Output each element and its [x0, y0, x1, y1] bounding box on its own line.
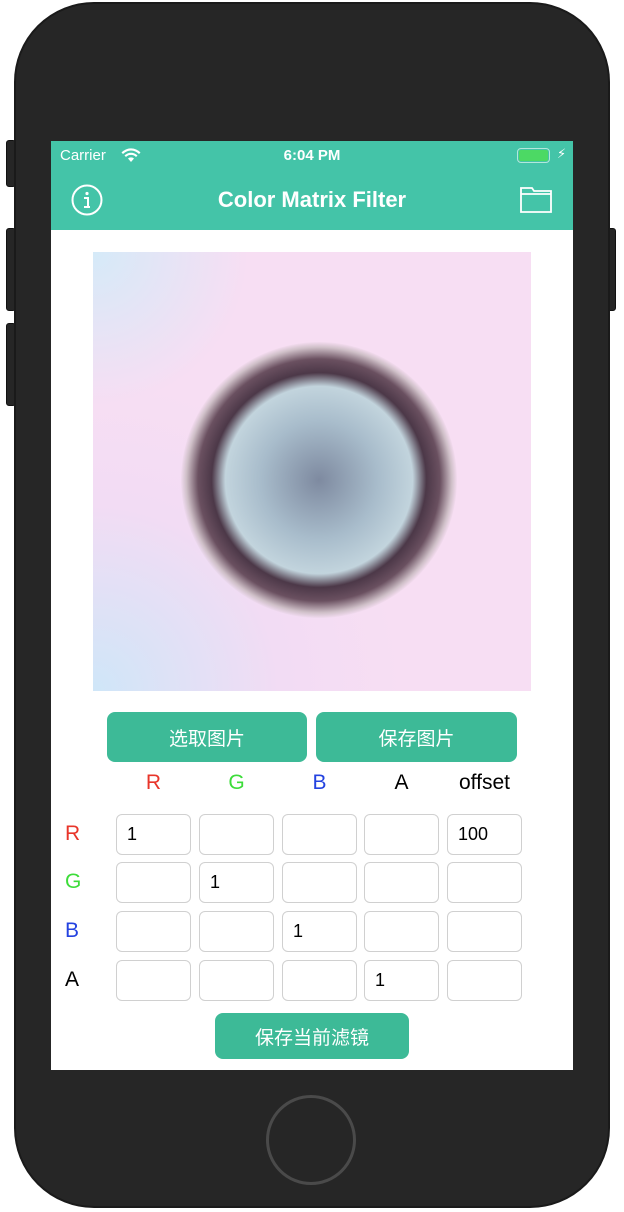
- matrix-cell-a-g[interactable]: [199, 960, 274, 1001]
- matrix-cell-b-a[interactable]: [364, 911, 439, 952]
- matrix-cell-g-r[interactable]: [116, 862, 191, 903]
- matrix-cell-g-offset[interactable]: [447, 862, 522, 903]
- time-label: 6:04 PM: [283, 147, 341, 164]
- row-label-g: G: [65, 870, 82, 893]
- row-label-b: B: [65, 919, 80, 942]
- matrix-cell-b-r[interactable]: [116, 911, 191, 952]
- column-header-a: A: [394, 771, 409, 794]
- tiny-planet-photo: [181, 342, 457, 618]
- matrix-cell-r-offset[interactable]: [447, 814, 522, 855]
- row-label-r: R: [65, 822, 81, 845]
- matrix-cell-r-g[interactable]: [199, 814, 274, 855]
- matrix-cell-b-b[interactable]: [282, 911, 357, 952]
- save-image-button[interactable]: 保存图片: [316, 712, 517, 762]
- screen: Carrier 6:04 PM ⚡ Color Matrix Filter 选取…: [51, 141, 573, 1070]
- column-header-offset: offset: [459, 771, 510, 794]
- nav-bar: Color Matrix Filter: [51, 171, 573, 230]
- matrix-cell-g-a[interactable]: [364, 862, 439, 903]
- matrix-cell-g-b[interactable]: [282, 862, 357, 903]
- matrix-cell-r-a[interactable]: [364, 814, 439, 855]
- row-label-a: A: [65, 968, 80, 991]
- matrix-cell-b-offset[interactable]: [447, 911, 522, 952]
- matrix-cell-b-g[interactable]: [199, 911, 274, 952]
- status-bar: Carrier 6:04 PM ⚡: [51, 141, 573, 171]
- home-button[interactable]: [266, 1095, 356, 1185]
- page-title: Color Matrix Filter: [217, 187, 407, 212]
- folder-icon[interactable]: [520, 187, 552, 213]
- column-header-b: B: [312, 771, 327, 794]
- matrix-cell-a-offset[interactable]: [447, 960, 522, 1001]
- matrix-cell-a-r[interactable]: [116, 960, 191, 1001]
- preview-image: [93, 252, 531, 691]
- column-header-r: R: [145, 771, 162, 794]
- charging-icon: ⚡: [557, 146, 567, 161]
- battery-icon: [517, 148, 550, 163]
- matrix-cell-r-b[interactable]: [282, 814, 357, 855]
- pick-image-button[interactable]: 选取图片: [107, 712, 307, 762]
- matrix-cell-r-r[interactable]: [116, 814, 191, 855]
- matrix-cell-a-b[interactable]: [282, 960, 357, 1001]
- column-header-g: G: [228, 771, 245, 794]
- matrix-cell-g-g[interactable]: [199, 862, 274, 903]
- save-filter-button[interactable]: 保存当前滤镜: [215, 1013, 409, 1059]
- matrix-cell-a-a[interactable]: [364, 960, 439, 1001]
